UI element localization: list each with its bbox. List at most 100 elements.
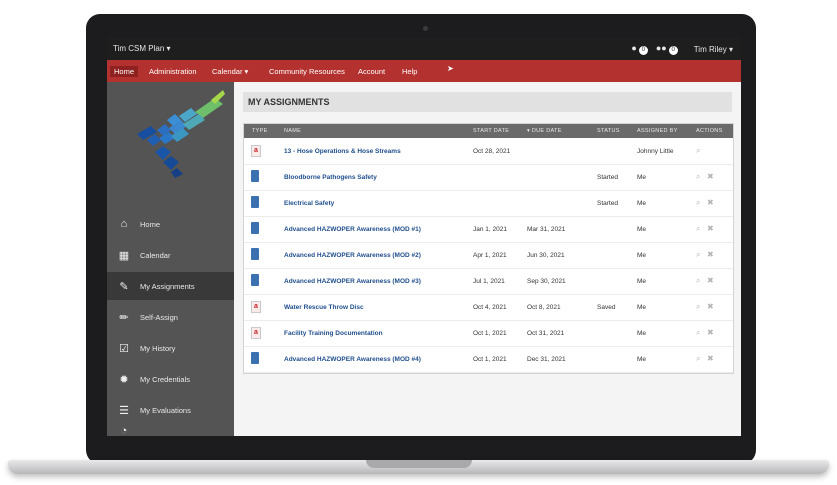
view-icon[interactable]: ⌕ <box>696 328 700 338</box>
remove-icon[interactable]: ✖ <box>707 172 714 181</box>
assignment-name[interactable]: Electrical Safety <box>284 200 334 207</box>
nav-help[interactable]: Help <box>402 67 417 76</box>
assigned-by: Me <box>637 226 647 233</box>
remove-icon[interactable]: ✖ <box>707 354 714 363</box>
top-bar: Tim CSM Plan ▾ ● 0 ●● 0 Tim Riley ▾ <box>107 38 741 60</box>
assigned-by: Me <box>637 200 647 207</box>
table-row[interactable]: a 13 - Hose Operations & Hose Streams Oct … <box>244 138 733 165</box>
main-content: MY ASSIGNMENTS TYPE NAME START DATE ▾ DU… <box>234 82 741 436</box>
group-notifications[interactable]: ●● 0 <box>656 43 678 55</box>
assigned-by: Me <box>637 252 647 259</box>
col-actions: ACTIONS <box>696 128 723 134</box>
user-notifications[interactable]: ● 0 <box>631 43 648 55</box>
assignments-table: TYPE NAME START DATE ▾ DUE DATE STATUS A… <box>243 123 734 374</box>
start-date: Jul 1, 2021 <box>473 278 505 285</box>
sidebar-item-calendar[interactable]: ▦ Calendar <box>107 241 234 269</box>
sidebar-item-partial: ◔ <box>107 426 234 436</box>
nav-home[interactable]: Home <box>110 66 139 77</box>
view-icon[interactable]: ⌕ <box>696 198 700 208</box>
assignment-name[interactable]: Water Rescue Throw Disc <box>284 304 364 311</box>
laptop-notch <box>366 460 472 468</box>
view-icon[interactable]: ⌕ <box>696 224 700 234</box>
page-title: MY ASSIGNMENTS <box>248 97 330 107</box>
assignment-name[interactable]: Advanced HAZWOPER Awareness (MOD #2) <box>284 252 421 259</box>
due-date: Sep 30, 2021 <box>527 278 566 285</box>
cursor-icon: ➤ <box>447 64 454 73</box>
group-icon: ●● <box>655 43 667 53</box>
remove-icon[interactable]: ✖ <box>707 198 714 207</box>
sidebar-item-my-evaluations[interactable]: ☰ My Evaluations <box>107 396 234 424</box>
view-icon[interactable]: ⌕ <box>696 172 700 182</box>
user-menu[interactable]: Tim Riley ▾ <box>694 45 733 54</box>
course-type-icon <box>251 352 259 364</box>
assignment-name[interactable]: Advanced HAZWOPER Awareness (MOD #4) <box>284 356 421 363</box>
nav-account[interactable]: Account <box>358 67 385 76</box>
assignment-name[interactable]: Bloodborne Pathogens Safety <box>284 174 377 181</box>
table-row[interactable]: Advanced HAZWOPER Awareness (MOD #1) Jan … <box>244 216 733 243</box>
remove-icon[interactable]: ✖ <box>707 328 714 337</box>
view-icon[interactable]: ⌕ <box>696 354 700 364</box>
col-type[interactable]: TYPE <box>252 128 268 134</box>
user-badge: 0 <box>638 46 648 55</box>
start-date: Oct 28, 2021 <box>473 148 511 155</box>
page-header: MY ASSIGNMENTS <box>243 92 732 112</box>
assignment-name[interactable]: Facility Training Documentation <box>284 330 383 337</box>
sidebar-item-my-credentials[interactable]: ✹ My Credentials <box>107 365 234 393</box>
due-date: Oct 8, 2021 <box>527 304 561 311</box>
sidebar-item-self-assign[interactable]: ✏ Self-Assign <box>107 303 234 331</box>
badge-icon: ✹ <box>119 373 129 386</box>
remove-icon[interactable]: ✖ <box>707 276 714 285</box>
table-row[interactable]: a Facility Training Documentation Oct 1, 2… <box>244 320 733 347</box>
table-row[interactable]: Advanced HAZWOPER Awareness (MOD #2) Apr … <box>244 242 733 269</box>
sidebar-item-my-history[interactable]: ☑ My History <box>107 334 234 362</box>
col-status[interactable]: STATUS <box>597 128 620 134</box>
assignment-type-icon: a <box>251 327 261 339</box>
plan-selector[interactable]: Tim CSM Plan ▾ <box>113 44 171 53</box>
view-icon[interactable]: ⌕ <box>696 146 700 156</box>
brand-logo <box>137 90 225 178</box>
remove-icon[interactable]: ✖ <box>707 224 714 233</box>
pencil-icon: ✏ <box>119 311 129 324</box>
col-assigned-by[interactable]: ASSIGNED BY <box>637 128 678 134</box>
table-row[interactable]: Advanced HAZWOPER Awareness (MOD #4) Oct … <box>244 346 733 373</box>
edit-icon: ✎ <box>119 280 129 293</box>
table-row[interactable]: Advanced HAZWOPER Awareness (MOD #3) Jul … <box>244 268 733 295</box>
col-name[interactable]: NAME <box>284 128 301 134</box>
assigned-by: Me <box>637 174 647 181</box>
remove-icon[interactable]: ✖ <box>707 250 714 259</box>
view-icon[interactable]: ⌕ <box>696 250 700 260</box>
assignment-name[interactable]: Advanced HAZWOPER Awareness (MOD #1) <box>284 226 421 233</box>
status: Saved <box>597 304 616 311</box>
start-date: Apr 1, 2021 <box>473 252 507 259</box>
status: Started <box>597 174 618 181</box>
course-type-icon <box>251 196 259 208</box>
assignment-type-icon: a <box>251 145 261 157</box>
sidebar-item-home[interactable]: ⌂ Home <box>107 210 234 238</box>
nav-administration[interactable]: Administration <box>149 67 197 76</box>
top-bar-right: ● 0 ●● 0 Tim Riley ▾ <box>631 43 733 55</box>
camera-icon <box>423 26 428 31</box>
start-date: Oct 1, 2021 <box>473 330 507 337</box>
col-start-date[interactable]: START DATE <box>473 128 509 134</box>
course-type-icon <box>251 170 259 182</box>
home-icon: ⌂ <box>120 218 128 230</box>
sidebar-item-my-assignments[interactable]: ✎ My Assignments <box>107 272 234 300</box>
course-type-icon <box>251 248 259 260</box>
table-header: TYPE NAME START DATE ▾ DUE DATE STATUS A… <box>244 124 733 138</box>
table-row[interactable]: a Water Rescue Throw Disc Oct 4, 2021 Oct 8… <box>244 294 733 321</box>
course-type-icon <box>251 274 259 286</box>
calendar-icon: ▦ <box>118 249 130 262</box>
sidebar-item-label: Self-Assign <box>140 312 178 322</box>
table-row[interactable]: Electrical Safety Started Me ⌕ ✖ <box>244 190 733 217</box>
nav-community-resources[interactable]: Community Resources <box>269 67 345 76</box>
nav-calendar[interactable]: Calendar ▾ <box>212 67 248 76</box>
assigned-by: Me <box>637 304 647 311</box>
due-date: Oct 31, 2021 <box>527 330 565 337</box>
view-icon[interactable]: ⌕ <box>696 302 700 312</box>
remove-icon[interactable]: ✖ <box>707 302 714 311</box>
assignment-name[interactable]: 13 - Hose Operations & Hose Streams <box>284 148 401 155</box>
assignment-name[interactable]: Advanced HAZWOPER Awareness (MOD #3) <box>284 278 421 285</box>
col-due-date[interactable]: ▾ DUE DATE <box>527 128 562 134</box>
view-icon[interactable]: ⌕ <box>696 276 700 286</box>
table-row[interactable]: Bloodborne Pathogens Safety Started Me ⌕ ✖ <box>244 164 733 191</box>
